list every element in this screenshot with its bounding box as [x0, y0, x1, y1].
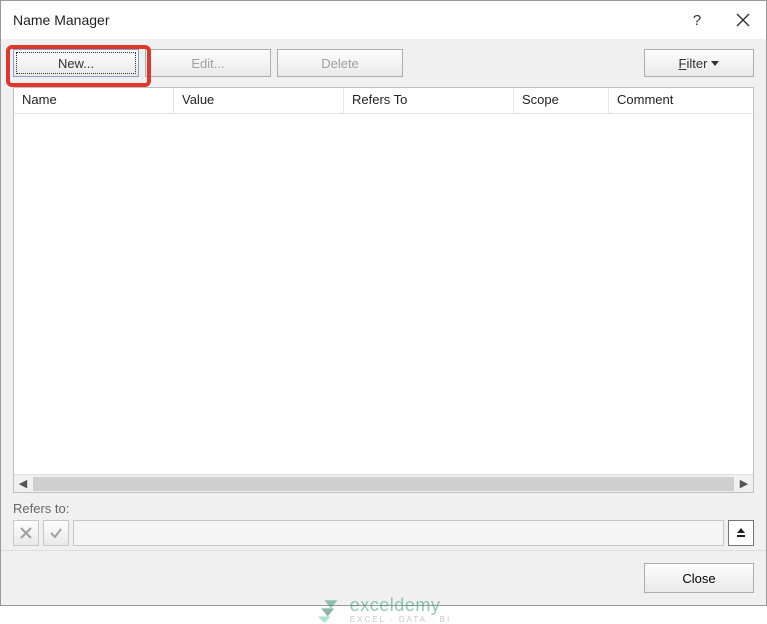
column-headers: Name Value Refers To Scope Comment — [14, 88, 753, 114]
column-header-scope[interactable]: Scope — [514, 88, 609, 113]
dialog-title: Name Manager — [13, 12, 674, 28]
titlebar: Name Manager ? — [1, 1, 766, 39]
delete-button[interactable]: Delete — [277, 49, 403, 77]
chevron-down-icon — [711, 61, 719, 66]
column-header-name[interactable]: Name — [14, 88, 174, 113]
scroll-track[interactable] — [33, 477, 734, 491]
refers-to-label: Refers to: — [13, 501, 754, 516]
cancel-refers-button[interactable] — [13, 520, 39, 546]
horizontal-scrollbar[interactable]: ◀ ▶ — [14, 474, 753, 492]
watermark-tagline: EXCEL · DATA · BI — [350, 616, 451, 624]
name-manager-dialog: Name Manager ? New... Edit... Delete Fil… — [0, 0, 767, 606]
refers-to-section: Refers to: — [1, 493, 766, 550]
close-button[interactable]: Close — [644, 563, 754, 593]
column-header-comment[interactable]: Comment — [609, 88, 753, 113]
collapse-icon — [735, 527, 747, 539]
column-header-refers-to[interactable]: Refers To — [344, 88, 514, 113]
check-icon — [49, 526, 63, 540]
refers-to-controls — [13, 520, 754, 546]
list-body: exceldemy EXCEL · DATA · BI — [14, 114, 753, 474]
new-button[interactable]: New... — [13, 49, 139, 77]
dialog-footer: Close — [1, 550, 766, 605]
edit-button[interactable]: Edit... — [145, 49, 271, 77]
toolbar: New... Edit... Delete Filter — [1, 39, 766, 87]
name-list: Name Value Refers To Scope Comment excel… — [13, 87, 754, 493]
close-icon — [736, 13, 750, 27]
scroll-right-icon[interactable]: ▶ — [735, 475, 753, 493]
collapse-dialog-button[interactable] — [728, 520, 754, 546]
refers-to-input[interactable] — [73, 520, 724, 546]
filter-button[interactable]: Filter — [644, 49, 754, 77]
close-window-button[interactable] — [720, 1, 766, 39]
scroll-left-icon[interactable]: ◀ — [14, 475, 32, 493]
filter-label: Filter — [679, 56, 708, 71]
column-header-value[interactable]: Value — [174, 88, 344, 113]
cancel-icon — [19, 526, 33, 540]
scroll-thumb[interactable] — [33, 477, 734, 491]
confirm-refers-button[interactable] — [43, 520, 69, 546]
help-button[interactable]: ? — [674, 1, 720, 39]
